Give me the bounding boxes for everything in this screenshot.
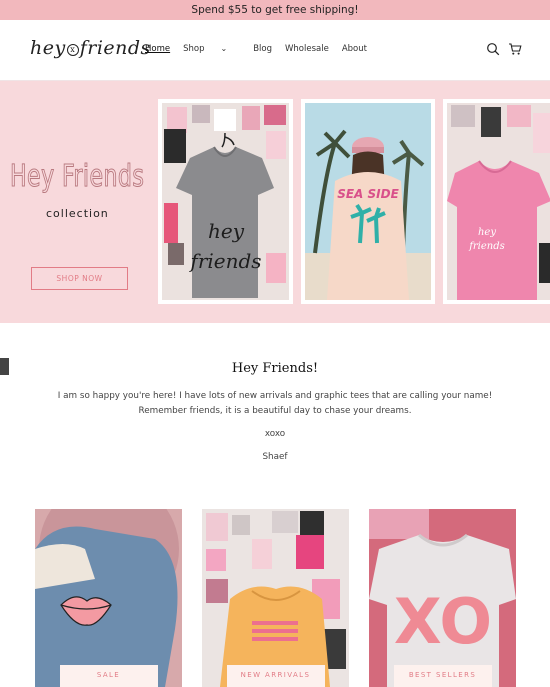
intro-signature: Shaef (262, 452, 288, 462)
announcement-bar: Spend $55 to get free shipping! (0, 0, 550, 20)
hero-photo-pink-tee[interactable]: hey friends (443, 99, 550, 304)
logo-mark: x (66, 44, 79, 56)
collection-label-new-arrivals: NEW ARRIVALS (226, 665, 325, 687)
hero-title: Hey Friends (10, 159, 145, 195)
best-sellers-card-image: XO (369, 509, 516, 687)
sale-card-image (35, 509, 182, 687)
pink-tee-image: hey friends (447, 103, 550, 300)
site-logo[interactable]: hey x friends (30, 37, 151, 59)
new-arrivals-card-image (202, 509, 349, 687)
pink-tee-text-1: hey (478, 227, 496, 238)
site-header: hey x friends Home Shop ⌄ Blog Wholesale Ab… (0, 20, 550, 81)
nav-home[interactable]: Home (145, 44, 170, 54)
hero-subtitle: collection (46, 207, 109, 220)
nav-shop-label: Shop (183, 44, 205, 54)
hero-photo-sea-side[interactable]: SEA SIDE (301, 99, 435, 304)
intro-title: Hey Friends! (231, 361, 319, 376)
sea-side-text: SEA SIDE (337, 187, 399, 201)
best-sellers-print: XO (394, 585, 492, 658)
grey-tee-text-1: hey (208, 219, 245, 243)
collection-label-sale: SALE (59, 665, 158, 687)
logo-text-right: friends (79, 37, 151, 59)
nav-wholesale[interactable]: Wholesale (285, 44, 329, 54)
sea-side-image: SEA SIDE (305, 103, 431, 300)
nav-blog[interactable]: Blog (253, 44, 272, 54)
collection-card-best-sellers[interactable]: XO BEST SELLERS (369, 509, 516, 687)
shop-now-button[interactable]: SHOP NOW (31, 267, 128, 290)
collection-card-sale[interactable]: SALE (35, 509, 182, 687)
grey-tee-text-2: friends (188, 249, 261, 273)
collection-label-best-sellers: BEST SELLERS (393, 665, 492, 687)
logo-text-left: hey (30, 37, 66, 59)
search-icon[interactable] (486, 42, 500, 56)
collection-card-new-arrivals[interactable]: NEW ARRIVALS (202, 509, 349, 687)
grey-tee-image: hey friends (162, 103, 289, 300)
hero-photo-grey-tee[interactable]: hey friends (158, 99, 293, 304)
chevron-down-icon: ⌄ (220, 44, 228, 53)
nav-shop[interactable]: Shop ⌄ (183, 44, 240, 54)
main-nav: Home Shop ⌄ Blog Wholesale About (145, 44, 380, 54)
intro-xoxo: xoxo (264, 429, 286, 439)
cart-icon[interactable] (508, 42, 522, 56)
nav-about[interactable]: About (342, 44, 367, 54)
announcement-text: Spend $55 to get free shipping! (191, 4, 359, 16)
pink-tee-text-2: friends (468, 241, 505, 252)
intro-body: I am so happy you're here! I have lots o… (57, 391, 493, 416)
